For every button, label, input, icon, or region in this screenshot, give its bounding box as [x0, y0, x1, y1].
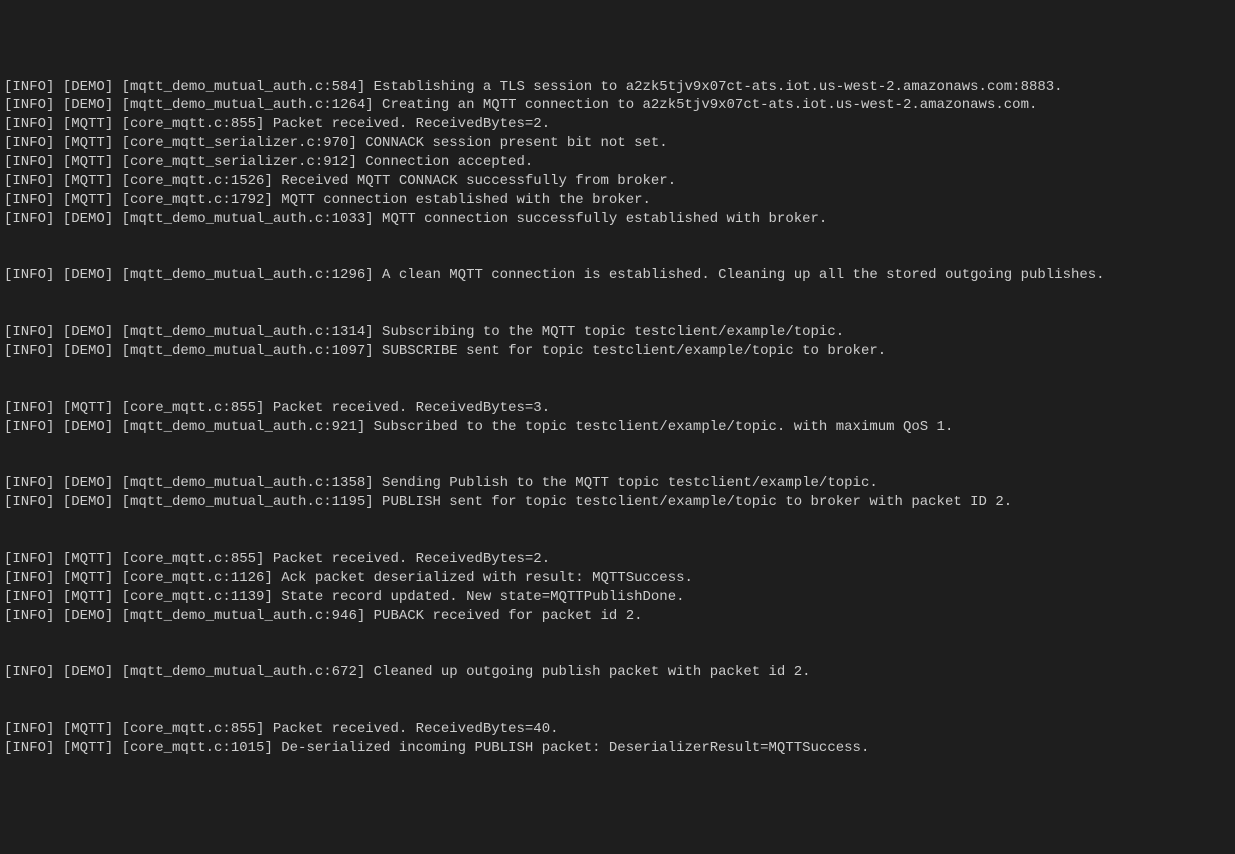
- log-line: [INFO] [MQTT] [core_mqtt.c:855] Packet r…: [4, 720, 1231, 739]
- log-line: [INFO] [DEMO] [mqtt_demo_mutual_auth.c:5…: [4, 78, 1231, 97]
- log-line: [INFO] [DEMO] [mqtt_demo_mutual_auth.c:1…: [4, 210, 1231, 229]
- log-line: [INFO] [MQTT] [core_mqtt_serializer.c:91…: [4, 153, 1231, 172]
- log-line: [INFO] [DEMO] [mqtt_demo_mutual_auth.c:1…: [4, 342, 1231, 361]
- log-blank-line: [4, 380, 1231, 399]
- terminal-log-output[interactable]: [INFO] [DEMO] [mqtt_demo_mutual_auth.c:5…: [0, 76, 1235, 760]
- log-line: [INFO] [DEMO] [mqtt_demo_mutual_auth.c:9…: [4, 607, 1231, 626]
- log-line: [INFO] [MQTT] [core_mqtt.c:855] Packet r…: [4, 399, 1231, 418]
- log-line: [INFO] [MQTT] [core_mqtt.c:1015] De-seri…: [4, 739, 1231, 758]
- log-blank-line: [4, 644, 1231, 663]
- log-line: [INFO] [DEMO] [mqtt_demo_mutual_auth.c:6…: [4, 663, 1231, 682]
- log-blank-line: [4, 285, 1231, 304]
- log-blank-line: [4, 625, 1231, 644]
- log-blank-line: [4, 512, 1231, 531]
- log-line: [INFO] [MQTT] [core_mqtt.c:855] Packet r…: [4, 115, 1231, 134]
- log-line: [INFO] [MQTT] [core_mqtt.c:1792] MQTT co…: [4, 191, 1231, 210]
- log-blank-line: [4, 229, 1231, 248]
- log-line: [INFO] [DEMO] [mqtt_demo_mutual_auth.c:1…: [4, 323, 1231, 342]
- log-blank-line: [4, 682, 1231, 701]
- log-line: [INFO] [DEMO] [mqtt_demo_mutual_auth.c:9…: [4, 418, 1231, 437]
- log-blank-line: [4, 248, 1231, 267]
- log-blank-line: [4, 436, 1231, 455]
- log-line: [INFO] [DEMO] [mqtt_demo_mutual_auth.c:1…: [4, 474, 1231, 493]
- log-blank-line: [4, 361, 1231, 380]
- log-line: [INFO] [MQTT] [core_mqtt.c:1126] Ack pac…: [4, 569, 1231, 588]
- log-line: [INFO] [MQTT] [core_mqtt_serializer.c:97…: [4, 134, 1231, 153]
- log-blank-line: [4, 304, 1231, 323]
- log-blank-line: [4, 455, 1231, 474]
- log-blank-line: [4, 701, 1231, 720]
- log-line: [INFO] [MQTT] [core_mqtt.c:1526] Receive…: [4, 172, 1231, 191]
- log-line: [INFO] [DEMO] [mqtt_demo_mutual_auth.c:1…: [4, 493, 1231, 512]
- log-line: [INFO] [MQTT] [core_mqtt.c:1139] State r…: [4, 588, 1231, 607]
- log-blank-line: [4, 531, 1231, 550]
- log-line: [INFO] [DEMO] [mqtt_demo_mutual_auth.c:1…: [4, 266, 1231, 285]
- log-line: [INFO] [MQTT] [core_mqtt.c:855] Packet r…: [4, 550, 1231, 569]
- log-line: [INFO] [DEMO] [mqtt_demo_mutual_auth.c:1…: [4, 96, 1231, 115]
